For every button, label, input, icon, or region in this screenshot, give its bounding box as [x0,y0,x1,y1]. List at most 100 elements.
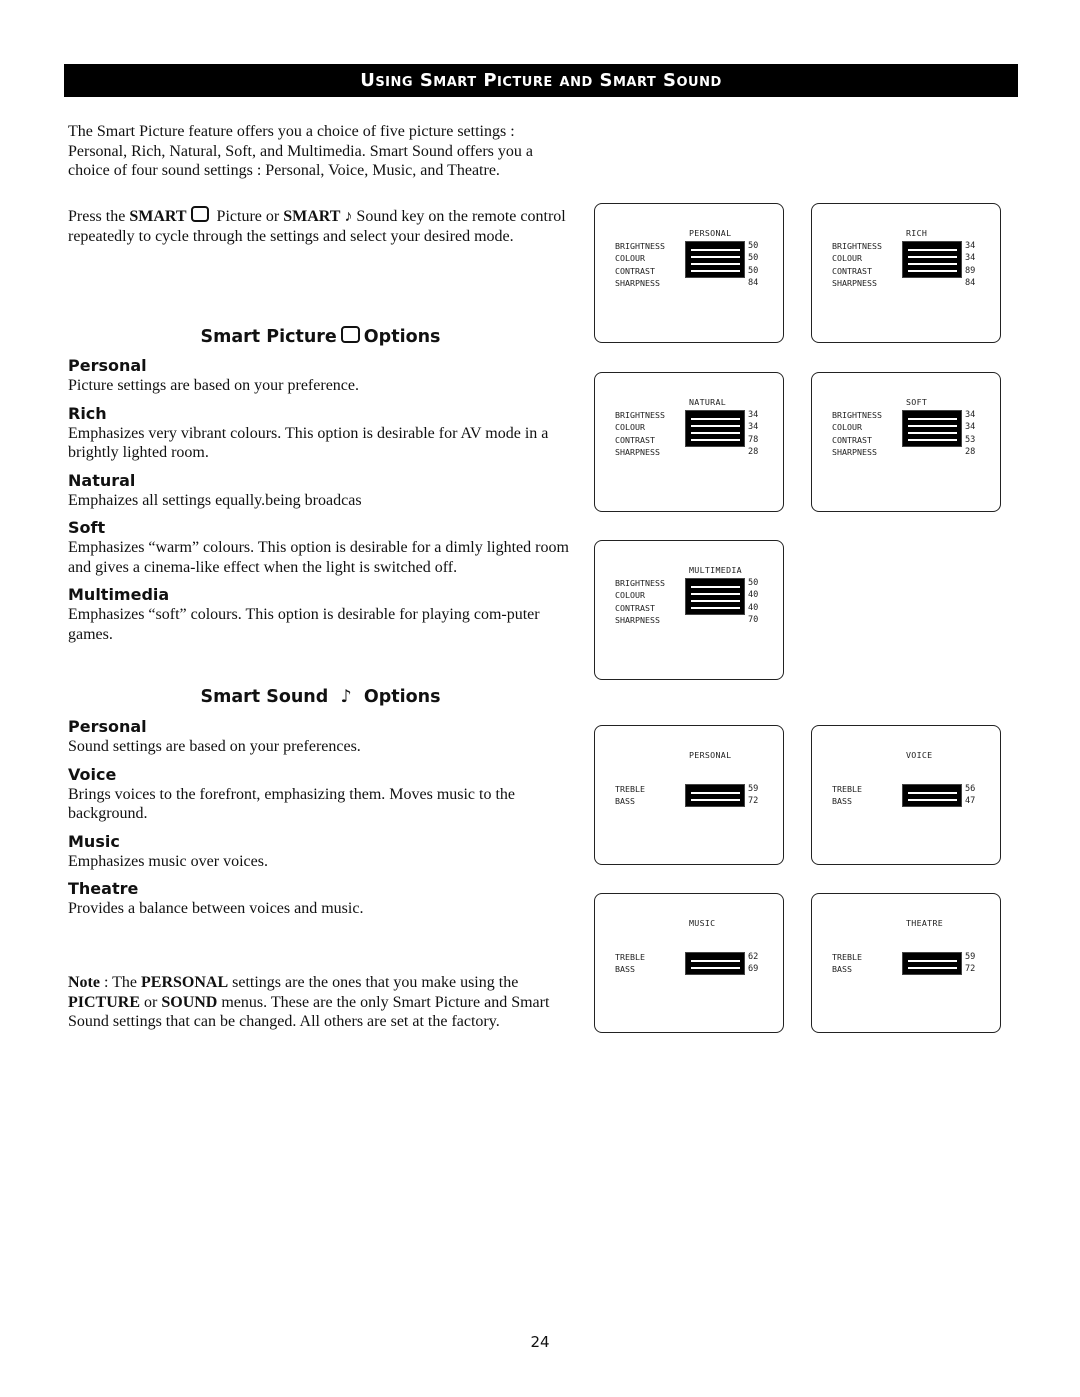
setting-value: 50 [748,265,759,276]
slider-bar [691,799,740,801]
setting-value: 59 [965,952,976,962]
sound-mode-screen: VOICE TREBLE BASS 56 47 [811,725,1001,865]
mode-name: RICH [906,228,928,238]
setting-value: 72 [965,964,976,975]
setting-label: SHARPNESS [615,614,660,625]
setting-value: 47 [965,796,976,807]
slider-bar [691,263,740,265]
option-heading: Personal [68,356,147,375]
setting-value: 34 [965,422,976,433]
setting-label: CONTRAST [615,265,655,276]
option-description: Brings voices to the forefront, emphasiz… [68,785,516,823]
setting-values: 59 72 [965,951,975,976]
setting-label: BRIGHTNESS [615,241,665,251]
setting-value: 70 [748,614,759,625]
slider-box [685,952,745,975]
setting-value: 56 [965,784,976,794]
slider-bar [691,593,740,595]
slider-bar [691,249,740,251]
mode-name: MULTIMEDIA [689,565,742,575]
setting-label: COLOUR [832,253,862,264]
setting-label: BRIGHTNESS [832,410,882,420]
setting-value: 62 [748,952,759,962]
option-heading: Theatre [68,879,139,898]
setting-label: COLOUR [832,422,862,433]
mode-name: NATURAL [689,397,727,407]
option-description: Emphaizes all settings equally.being bro… [68,491,362,509]
setting-value: 40 [748,602,759,613]
sound-mode-screen: PERSONAL TREBLE BASS 59 72 [594,725,784,865]
setting-label: BASS [615,964,635,975]
picture-mode-screen: RICH BRIGHTNESS COLOUR CONTRAST SHARPNESS 34 3… [811,203,1001,343]
setting-value: 89 [965,265,976,276]
slider-bar [691,432,740,434]
intro-text: The Smart Picture feature offers you a c… [68,122,573,187]
setting-labels: BRIGHTNESS COLOUR CONTRAST SHARPNESS [615,409,665,458]
setting-value: 34 [965,241,976,251]
setting-labels: TREBLE BASS [615,783,645,808]
smart-sound-heading: Smart Sound ♪ Options [200,687,441,707]
option-heading: Music [68,831,120,851]
option-heading: Multimedia [68,585,170,604]
picture-mode-screen: MULTIMEDIA BRIGHTNESS COLOUR CONTRAST SHARPN… [594,540,784,680]
mode-name: MUSIC [689,918,716,928]
setting-value: 34 [748,410,759,420]
setting-labels: BRIGHTNESS COLOUR CONTRAST SHARPNESS [832,409,882,458]
setting-value: 34 [965,253,976,264]
setting-label: COLOUR [615,590,645,601]
setting-label: TREBLE [832,952,862,962]
slider-bar [908,960,957,962]
slider-box [902,410,962,447]
setting-values: 34 34 78 28 [748,409,758,458]
slider-bar [908,439,957,441]
setting-values: 62 69 [748,951,758,976]
setting-values: 34 34 89 84 [965,240,975,289]
sound-mode-screen: MUSIC TREBLE BASS 62 69 [594,893,784,1033]
slider-bar [691,439,740,441]
setting-value: 53 [965,434,976,445]
setting-value: 50 [748,241,759,251]
setting-values: 50 40 40 70 [748,577,758,626]
setting-labels: TREBLE BASS [832,951,862,976]
setting-label: BASS [832,796,852,807]
setting-label: CONTRAST [615,434,655,445]
slider-bar [691,967,740,969]
mode-name: THEATRE [906,918,944,928]
setting-labels: BRIGHTNESS COLOUR CONTRAST SHARPNESS [832,240,882,289]
option-heading: Natural [68,470,136,490]
slider-bar [691,600,740,602]
slider-bar [908,418,957,420]
slider-box [902,784,962,807]
setting-value: 40 [748,590,759,601]
option-description: Emphasizes music over voices. [68,852,268,870]
setting-label: TREBLE [615,784,645,794]
setting-label: COLOUR [615,253,645,264]
slider-bar [691,270,740,272]
picture-options-list: Personal Picture settings are based on yo… [68,356,573,652]
setting-value: 84 [965,277,976,288]
setting-label: BRIGHTNESS [615,578,665,588]
setting-label: BRIGHTNESS [615,410,665,420]
setting-label: SHARPNESS [832,277,877,288]
tv-screen-icon [190,206,209,222]
mode-name: PERSONAL [689,228,732,238]
option-description: Provides a balance between voices and mu… [68,900,364,917]
setting-value: 59 [748,784,759,794]
setting-label: CONTRAST [832,434,872,445]
personal-settings-note: Note : The PERSONAL settings are the one… [68,974,550,1030]
mode-name: PERSONAL [689,750,732,760]
slider-bar [691,607,740,609]
setting-label: BRIGHTNESS [832,241,882,251]
press-instructions: Press the SMART Picture or SMART ♪ Sound… [68,206,566,245]
picture-mode-screen: NATURAL BRIGHTNESS COLOUR CONTRAST SHARPNESS… [594,372,784,512]
slider-bar [691,425,740,427]
option-heading: Voice [68,764,117,784]
slider-box [685,578,745,615]
sound-mode-screen: THEATRE TREBLE BASS 59 72 [811,893,1001,1033]
setting-label: TREBLE [832,784,862,794]
slider-bar [691,792,740,794]
setting-label: BASS [832,964,852,975]
slider-bar [691,960,740,962]
setting-label: TREBLE [615,952,645,962]
setting-label: SHARPNESS [615,277,660,288]
